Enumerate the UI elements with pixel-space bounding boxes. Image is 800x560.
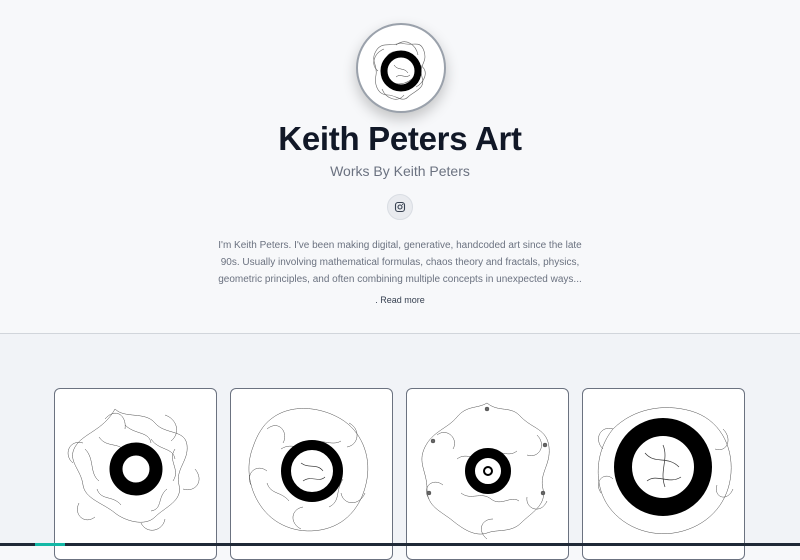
profile-avatar[interactable] [356,23,446,113]
gallery-card-3[interactable] [406,388,569,560]
gallery-card-1[interactable] [54,388,217,560]
generative-art-avatar-icon [373,41,426,100]
gallery-card-4[interactable] [582,388,745,560]
gallery-card-2[interactable] [230,388,393,560]
instagram-button[interactable] [387,194,413,220]
generative-art-thumbnail-icon [67,408,200,531]
generative-art-thumbnail-icon [421,402,550,540]
read-more-link[interactable]: . Read more [0,295,800,305]
generative-art-thumbnail-icon [248,408,369,532]
instagram-icon [394,201,406,213]
generative-art-thumbnail-icon [598,407,734,534]
bio-text: I'm Keith Peters. I've been making digit… [218,240,582,285]
page-subtitle: Works By Keith Peters [330,163,470,179]
page-title: Keith Peters Art [278,120,522,157]
profile-header: Keith Peters Art Works By Keith Peters I… [0,0,800,333]
